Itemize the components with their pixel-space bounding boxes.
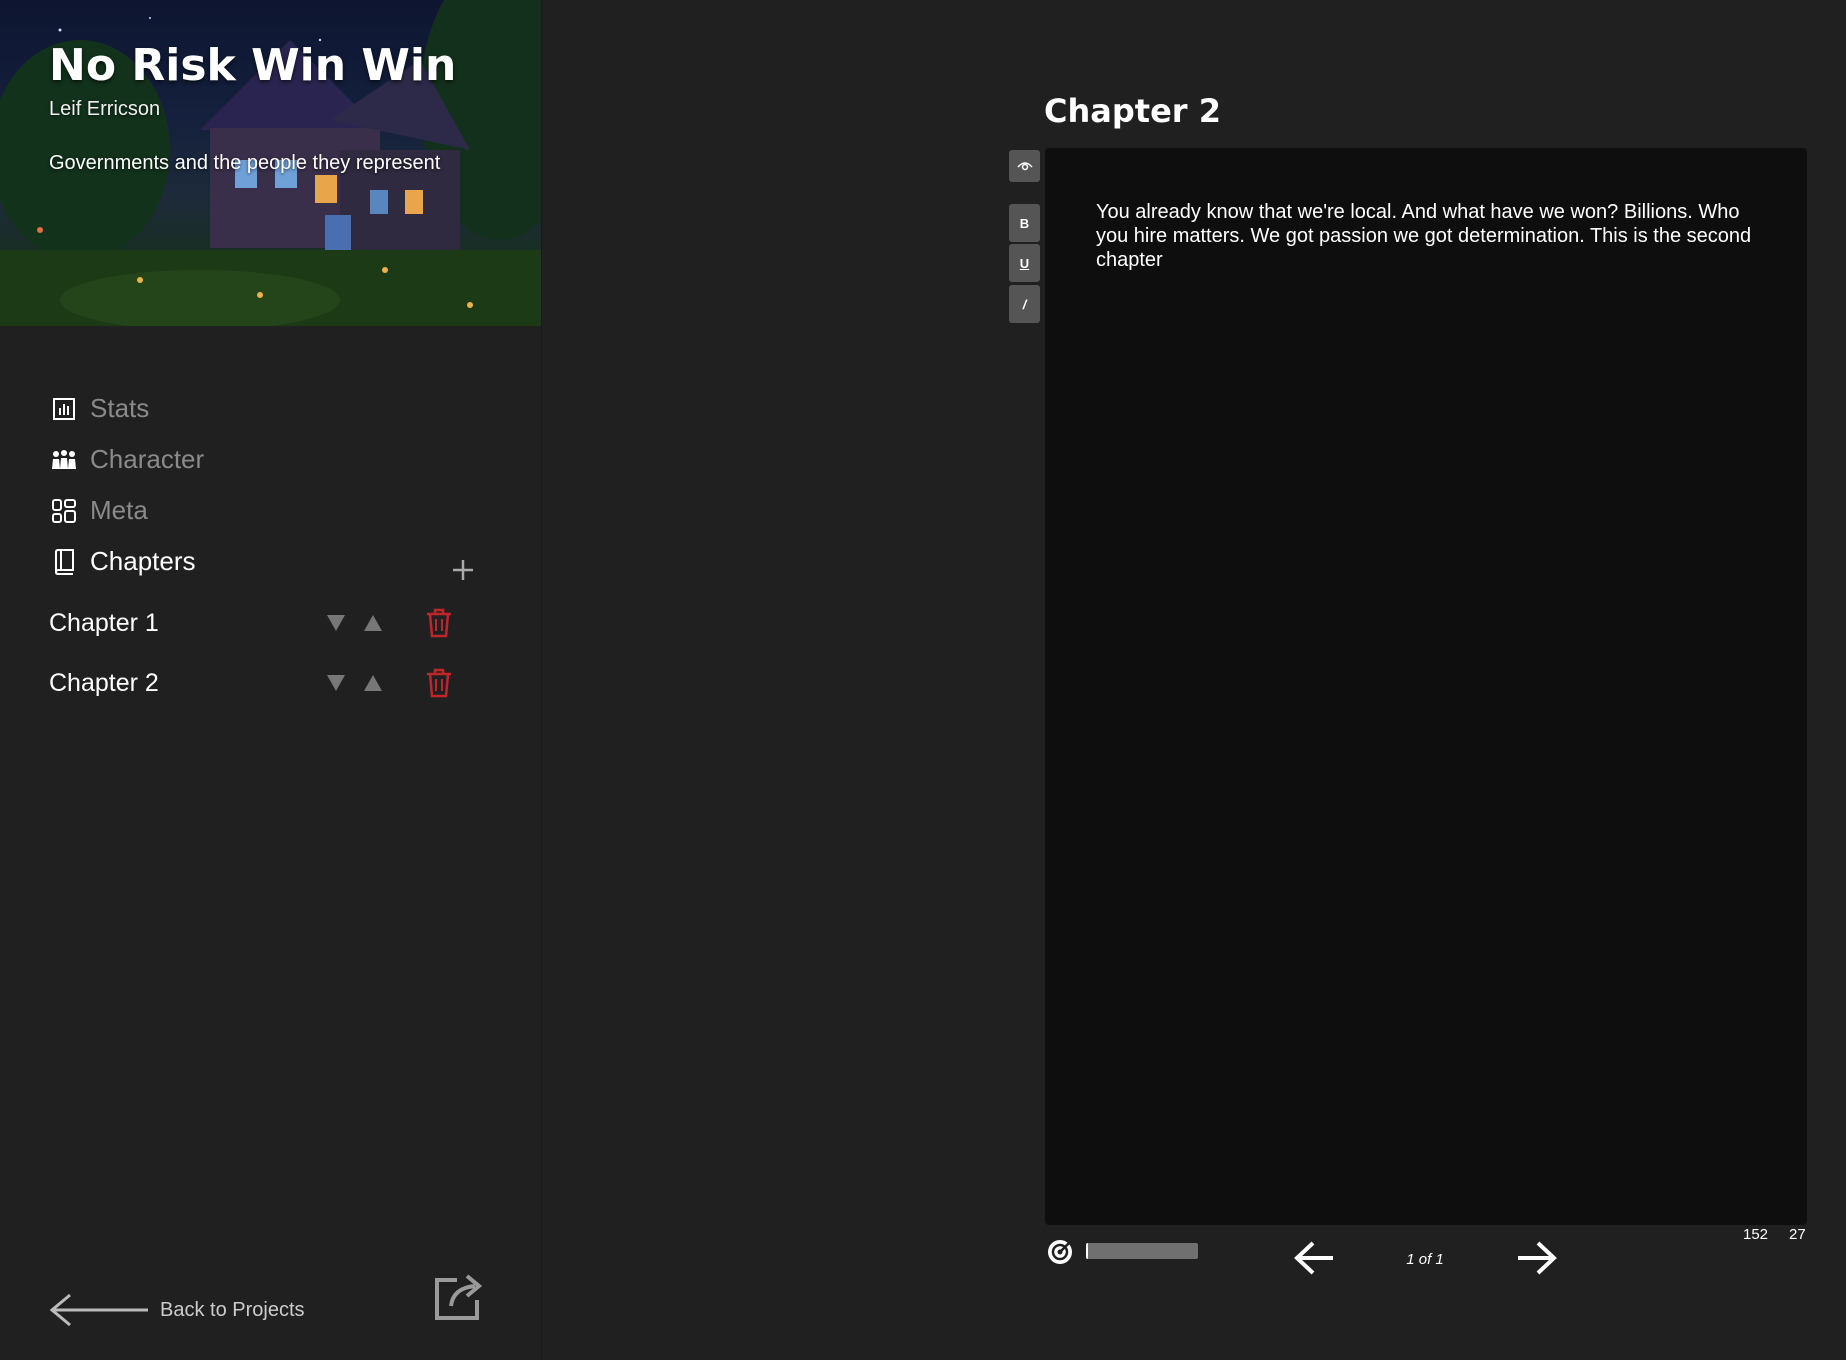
delete-chapter-button[interactable]	[421, 665, 457, 701]
move-up-button[interactable]	[354, 668, 391, 698]
stats-icon	[50, 395, 78, 423]
page-indicator: 1 of 1	[1406, 1251, 1444, 1268]
triangle-up-icon	[363, 615, 382, 631]
share-icon	[435, 1274, 483, 1320]
arrow-right-icon	[1518, 1241, 1557, 1275]
trash-icon	[427, 668, 451, 698]
move-up-button[interactable]	[354, 608, 391, 638]
goal-button[interactable]	[1046, 1238, 1074, 1266]
delete-chapter-button[interactable]	[421, 605, 457, 641]
progress-fill	[1086, 1243, 1089, 1259]
trash-icon	[427, 608, 451, 638]
chapter-title: Chapter 2	[1044, 92, 1221, 130]
nav-item-stats[interactable]: Stats	[50, 383, 204, 434]
word-count: 152	[1743, 1226, 1769, 1243]
project-description: Governments and the people they represen…	[49, 152, 441, 174]
previous-page-button[interactable]	[1293, 1240, 1337, 1276]
back-to-projects-link[interactable]: Back to Projects	[48, 1292, 305, 1328]
nav-item-label: Chapters	[90, 546, 196, 576]
meta-icon	[50, 497, 78, 525]
move-down-button[interactable]	[317, 608, 354, 638]
nav-item-chapters[interactable]: Chapters	[50, 536, 204, 587]
chapter-name: Chapter 1	[49, 608, 159, 637]
eye-icon	[1016, 162, 1033, 171]
nav-item-label: Meta	[90, 495, 148, 525]
book-icon	[50, 548, 78, 576]
nav-item-label: Character	[90, 444, 205, 474]
editor-content[interactable]: You already know that we're local. And w…	[1096, 200, 1776, 272]
project-title: No Risk Win Win	[49, 40, 457, 91]
project-cover: No Risk Win Win Leif Erricson Government…	[0, 0, 541, 326]
arrow-left-icon	[49, 1293, 148, 1327]
back-label: Back to Projects	[160, 1298, 305, 1321]
sidebar: No Risk Win Win Leif Erricson Government…	[0, 0, 542, 1360]
triangle-down-icon	[326, 675, 345, 691]
sentence-count: 27	[1789, 1226, 1806, 1243]
next-page-button[interactable]	[1514, 1240, 1558, 1276]
chapter-name: Chapter 2	[49, 668, 159, 697]
nav-item-character[interactable]: Character	[50, 434, 204, 485]
add-chapter-button[interactable]	[448, 556, 478, 586]
target-icon	[1048, 1239, 1073, 1264]
chapter-list-item[interactable]: Chapter 2	[49, 663, 469, 703]
underline-button[interactable]: U	[1009, 244, 1040, 282]
italic-button[interactable]: /	[1009, 285, 1040, 323]
move-down-button[interactable]	[317, 668, 354, 698]
chapter-list-item[interactable]: Chapter 1	[49, 603, 469, 643]
nav-item-meta[interactable]: Meta	[50, 485, 204, 536]
goal-progress-bar	[1086, 1243, 1198, 1259]
triangle-down-icon	[326, 615, 345, 631]
bold-button[interactable]: B	[1009, 204, 1040, 242]
plus-icon	[453, 560, 473, 580]
preview-toggle-button[interactable]	[1009, 150, 1040, 182]
sidebar-nav: Stats Character Meta Chapters	[50, 383, 204, 587]
triangle-up-icon	[363, 675, 382, 691]
export-button[interactable]	[433, 1272, 485, 1322]
character-icon	[50, 446, 78, 474]
project-author: Leif Erricson	[49, 98, 161, 120]
arrow-left-icon	[1294, 1241, 1333, 1275]
chapter-editor[interactable]: You already know that we're local. And w…	[1045, 148, 1807, 1225]
nav-item-label: Stats	[90, 393, 150, 423]
